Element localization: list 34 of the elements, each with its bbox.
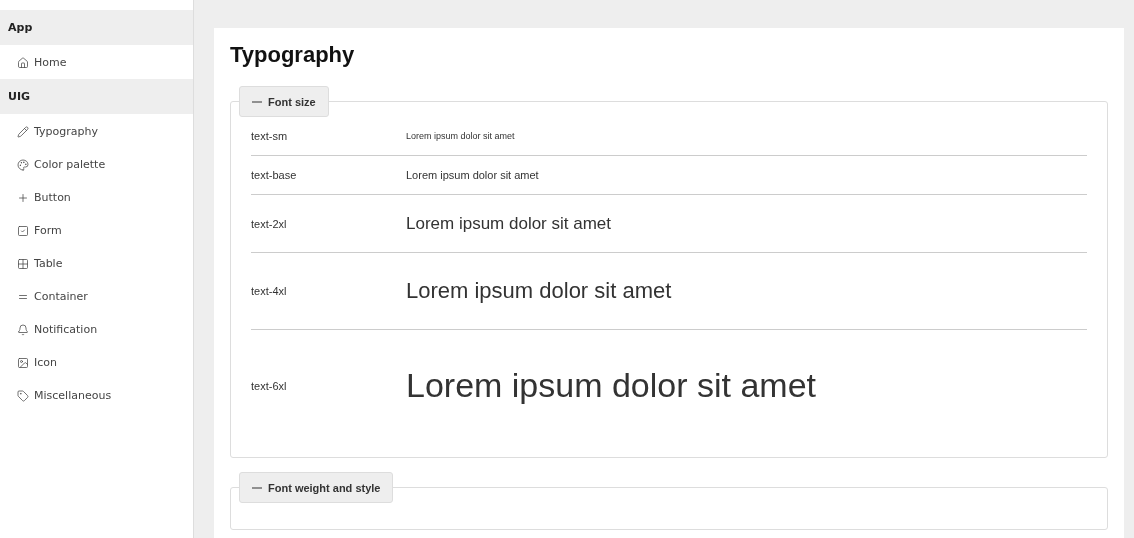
tag-icon <box>17 389 29 402</box>
pencil-icon <box>17 125 29 138</box>
palette-icon <box>17 158 29 171</box>
sidebar-item[interactable]: Button <box>0 181 193 214</box>
sample-text: Lorem ipsum dolor sit amet <box>406 213 612 234</box>
sidebar-item[interactable]: Icon <box>0 346 193 379</box>
sidebar-item[interactable]: Home <box>0 46 193 79</box>
sidebar-item[interactable]: Container <box>0 280 193 313</box>
sidebar-item[interactable]: Notification <box>0 313 193 346</box>
sidebar-item[interactable]: Miscellaneous <box>0 379 193 412</box>
plus-icon <box>17 191 29 204</box>
section-toggle[interactable]: Font weight and style <box>239 472 394 503</box>
sample-text: Lorem ipsum dolor sit amet <box>406 131 515 141</box>
sample-text: Lorem ipsum dolor sit amet <box>406 278 672 304</box>
sidebar-group-title: App <box>0 10 193 45</box>
grid-icon <box>17 257 29 270</box>
sidebar-group-title: UIG <box>0 79 193 114</box>
class-name: text-base <box>251 169 298 181</box>
class-name: text-4xl <box>251 285 288 297</box>
class-name: text-2xl <box>251 217 288 230</box>
bell-icon <box>17 323 29 336</box>
home-icon <box>17 56 29 69</box>
sidebar-item[interactable]: Typography <box>0 115 193 148</box>
sidebar-item[interactable]: Form <box>0 214 193 247</box>
sidebar-item[interactable]: Color palette <box>0 148 193 181</box>
checkbox-icon <box>17 224 29 237</box>
class-name: text-6xl <box>251 379 288 392</box>
section-toggle[interactable]: Font size <box>239 86 329 117</box>
sample-text: Lorem ipsum dolor sit amet <box>406 366 817 405</box>
image-icon <box>17 356 29 369</box>
class-name: text-sm <box>251 130 289 142</box>
sample-text: Lorem ipsum dolor sit amet <box>406 169 539 181</box>
page-title: Typography <box>230 42 356 68</box>
sidebar-item[interactable]: Table <box>0 247 193 280</box>
